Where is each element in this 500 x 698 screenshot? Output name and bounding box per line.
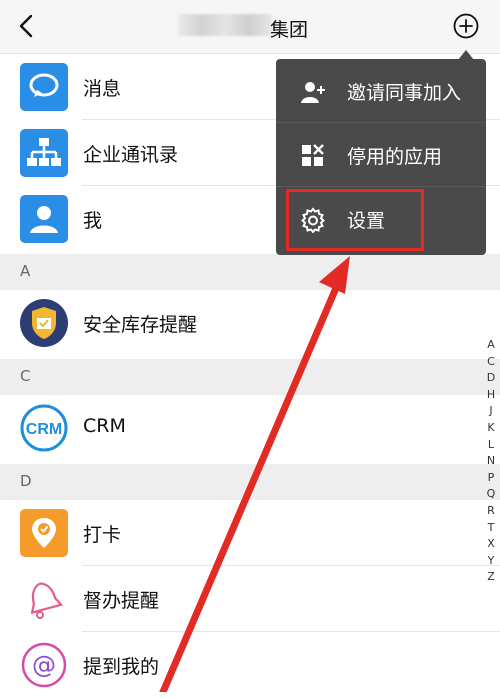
list-item-label: 提到我的 [83,656,160,678]
blurred-company-name [178,14,272,36]
alphabet-index[interactable]: A C D H J K L N P Q R T X Y Z [484,337,498,586]
menu-item-label: 邀请同事加入 [347,82,462,104]
index-letter[interactable]: N [484,453,498,470]
section-letter: A [20,262,31,280]
message-icon [20,63,68,111]
crm-icon-text: CRM [26,421,62,438]
index-letter[interactable]: Y [484,553,498,570]
index-letter[interactable]: T [484,520,498,537]
section-header-c: C [0,359,500,395]
person-icon [20,195,68,243]
index-letter[interactable]: K [484,420,498,437]
back-arrow-icon[interactable] [12,10,44,42]
section-letter: C [20,367,31,385]
index-letter[interactable]: R [484,503,498,520]
menu-item-invite-colleagues[interactable]: 邀请同事加入 [276,59,486,123]
at-icon-text: @ [32,651,56,679]
org-chart-icon [20,129,68,177]
list-item-label: CRM [83,415,126,437]
list-item-label: 督办提醒 [83,590,160,612]
section-header-a: A [0,254,500,290]
add-user-icon [301,82,325,103]
top-bar: 集团 [0,0,500,54]
index-letter[interactable]: L [484,437,498,454]
section-header-d: D [0,464,500,500]
list-item-label: 安全库存提醒 [83,314,198,336]
list-item-safety-stock[interactable]: 安全库存提醒 [0,290,500,356]
index-letter[interactable]: J [484,403,498,420]
index-letter[interactable]: H [484,387,498,404]
list-item-check-in[interactable]: 打卡 [0,500,500,566]
list-item-label: 企业通讯录 [83,144,179,166]
index-letter[interactable]: X [484,536,498,553]
add-circle-icon[interactable] [452,12,480,40]
index-letter[interactable]: A [484,337,498,354]
list-item-label: 消息 [83,78,122,100]
crm-icon: CRM [20,404,68,452]
index-letter[interactable]: P [484,470,498,487]
section-letter: D [20,472,32,490]
apps-disabled-icon [302,144,324,166]
index-letter[interactable]: Q [484,486,498,503]
annotation-highlight-box [286,189,424,251]
index-letter[interactable]: C [484,354,498,371]
page-title: 集团 [270,19,309,41]
list-item-supervision-reminder[interactable]: 督办提醒 [0,566,500,632]
shield-badge-icon [20,299,68,347]
bell-icon [30,582,64,619]
list-item-label: 打卡 [83,524,122,546]
list-item-mentions[interactable]: @ 提到我的 [0,632,500,698]
menu-item-disabled-apps[interactable]: 停用的应用 [276,123,486,187]
menu-item-label: 停用的应用 [347,146,443,168]
index-letter[interactable]: D [484,370,498,387]
list-item-crm[interactable]: CRM CRM [0,395,500,461]
index-letter[interactable]: Z [484,569,498,586]
list-item-label: 我 [83,210,103,232]
at-icon: @ [21,642,67,688]
location-check-icon [20,509,68,557]
